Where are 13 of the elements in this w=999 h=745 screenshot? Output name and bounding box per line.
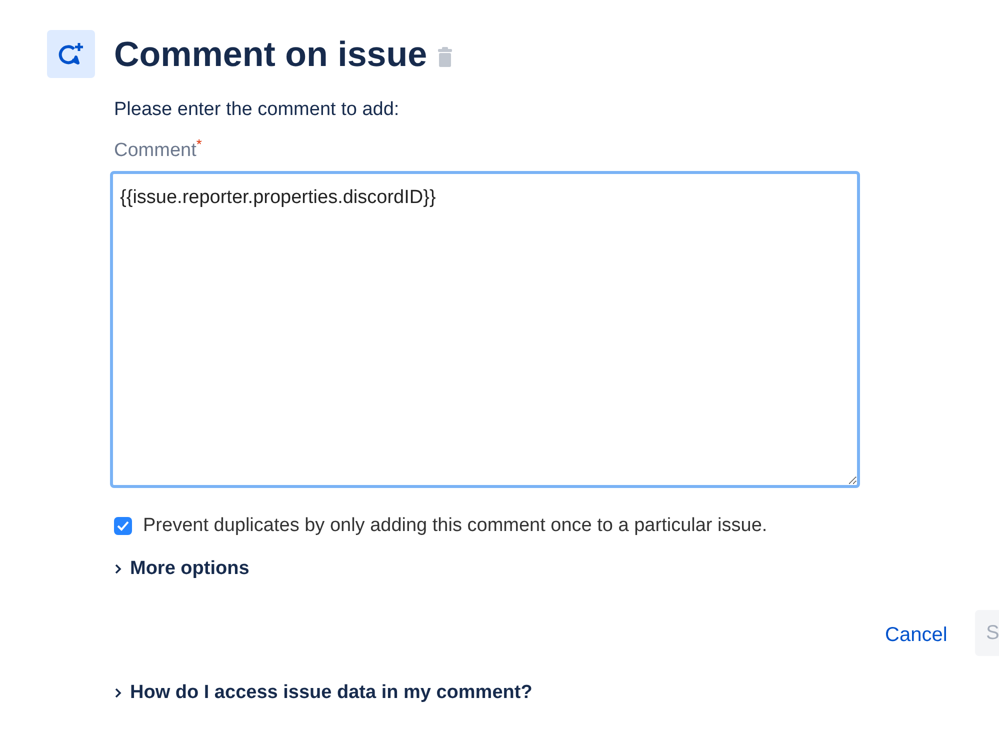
chevron-icon bbox=[114, 564, 122, 574]
checkbox[interactable] bbox=[114, 517, 132, 536]
help-toggle[interactable]: How do I access issue data in my comment? bbox=[114, 679, 532, 708]
comment-field[interactable]: {{issue.reporter.properties.discordID}} bbox=[110, 171, 860, 488]
required-mark: * bbox=[196, 136, 202, 150]
cancel-link[interactable]: Cancel bbox=[885, 620, 948, 650]
more-options-toggle[interactable]: More options bbox=[114, 554, 250, 583]
instruction-text: Please enter the comment to add: bbox=[114, 98, 400, 122]
chevron-icon bbox=[114, 688, 122, 698]
comment-add-icon bbox=[47, 30, 95, 78]
checkbox-label: Prevent duplicates by only adding this comment once to a particular issue. bbox=[143, 514, 768, 538]
field-label: Comment bbox=[114, 138, 196, 162]
page-title: Comment on issue bbox=[114, 36, 428, 72]
